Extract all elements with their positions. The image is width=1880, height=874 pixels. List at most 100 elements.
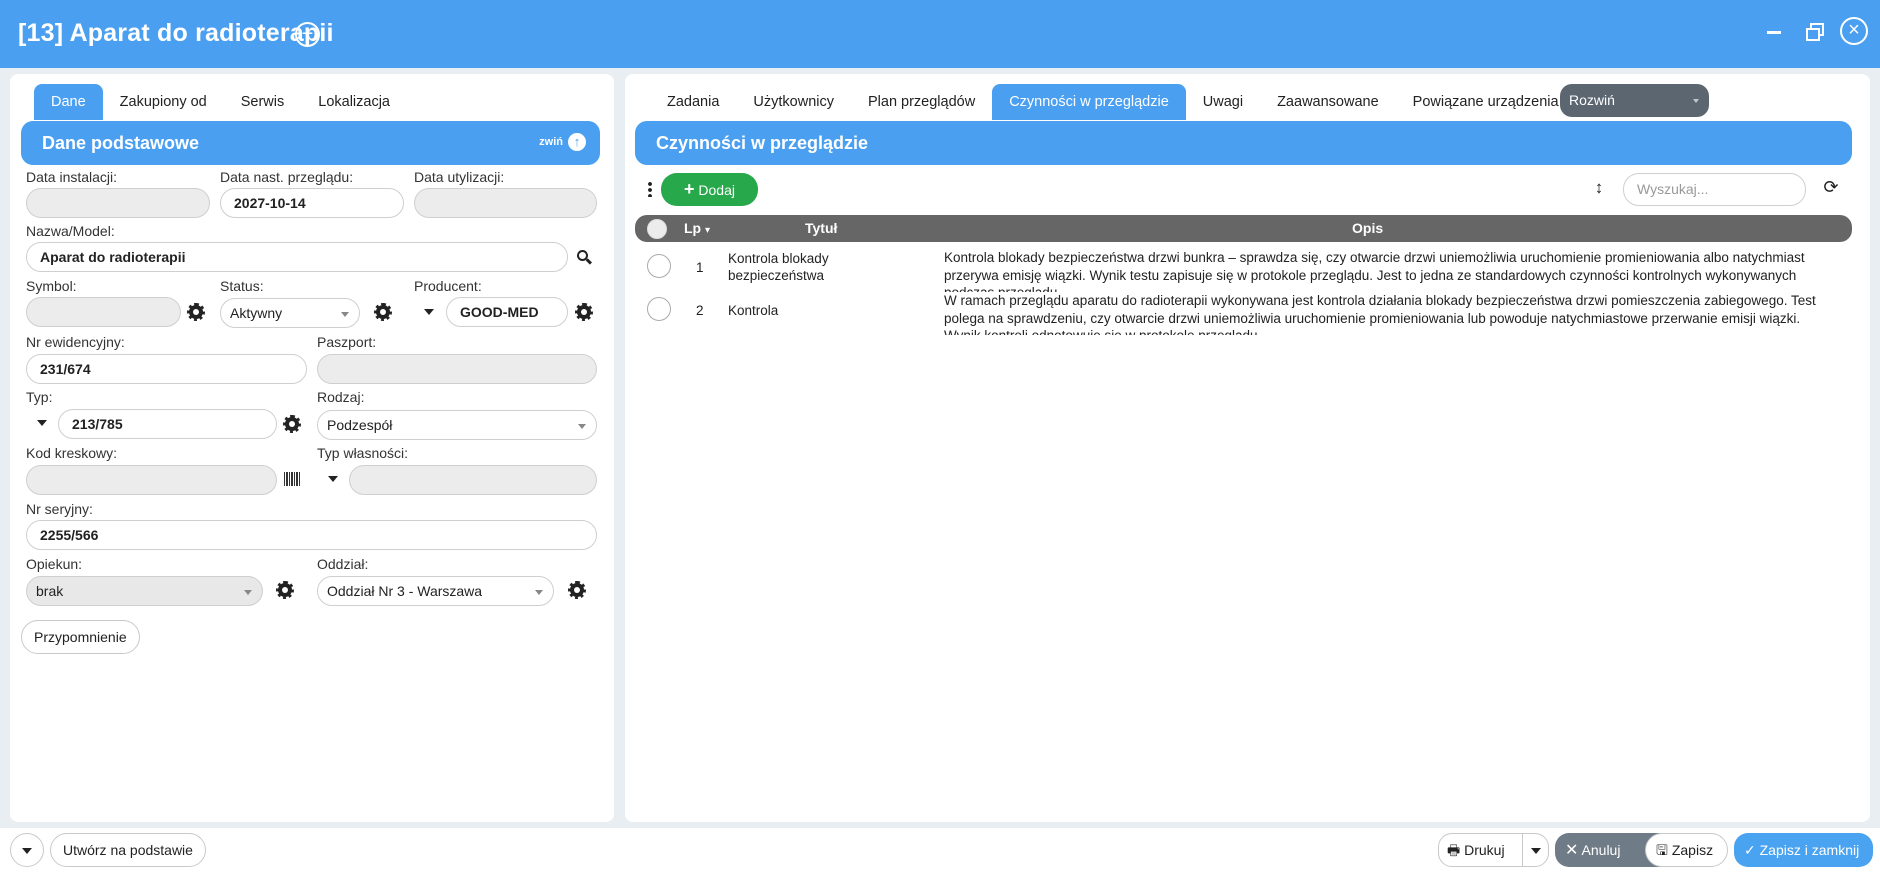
label-paszport: Paszport:	[317, 334, 377, 350]
label-data-instalacji: Data instalacji:	[26, 169, 118, 185]
tab-czynnosci-w-przegladzie[interactable]: Czynności w przeglądzie	[992, 84, 1186, 120]
label-data-nast-przegladu: Data nast. przeglądu:	[220, 169, 354, 185]
label-opiekun: Opiekun:	[26, 556, 83, 572]
tab-powiazane-urzadzenia[interactable]: Powiązane urządzenia	[1396, 84, 1576, 120]
chevron-down-icon[interactable]	[328, 476, 338, 482]
label-typ-wlasnosci: Typ własności:	[317, 445, 409, 461]
gear-icon[interactable]	[575, 303, 593, 321]
tab-zakupiony-od[interactable]: Zakupiony od	[103, 84, 224, 120]
typ-wlasnosci-input[interactable]	[349, 465, 597, 495]
data-instalacji-input[interactable]	[26, 188, 210, 218]
print-options-button[interactable]	[1522, 833, 1549, 867]
data-utylizacji-input[interactable]	[414, 188, 597, 218]
print-button[interactable]: 🖶 Drukuj	[1438, 833, 1523, 867]
restore-icon[interactable]	[1800, 17, 1830, 47]
row-lp: 2	[696, 303, 704, 318]
tab-lokalizacja[interactable]: Lokalizacja	[301, 84, 407, 120]
paszport-input[interactable]	[317, 354, 597, 384]
tab-plan-przegladow[interactable]: Plan przeglądów	[851, 84, 992, 120]
save-label: Zapisz	[1671, 842, 1714, 858]
create-based-button[interactable]: Utwórz na podstawie	[50, 833, 206, 867]
left-tabs: Dane Zakupiony od Serwis Lokalizacja	[34, 84, 407, 120]
label-nr-ewidencyjny: Nr ewidencyjny:	[26, 334, 125, 350]
label-symbol: Symbol:	[26, 278, 77, 294]
label-oddzial: Oddział:	[317, 556, 369, 572]
gear-icon[interactable]	[283, 415, 301, 433]
section-header-dane-podstawowe: Dane podstawowe zwiń ↑	[21, 121, 600, 165]
gear-icon[interactable]	[276, 581, 294, 599]
gear-icon[interactable]	[568, 581, 586, 599]
tab-uzytkownicy[interactable]: Użytkownicy	[736, 84, 851, 120]
nr-ewidencyjny-input[interactable]: 231/674	[26, 354, 307, 384]
window-title: [13] Aparat do radioterapii	[18, 19, 334, 47]
label-kod-kreskowy: Kod kreskowy:	[26, 445, 118, 461]
plus-icon: +	[684, 179, 695, 199]
search-icon[interactable]	[577, 250, 588, 261]
close-icon: ✕	[1565, 842, 1579, 859]
save-button[interactable]: 🖫 Zapisz	[1645, 833, 1728, 867]
gear-icon[interactable]	[187, 303, 205, 321]
check-icon: ✓	[1744, 842, 1756, 858]
collapse-label: zwiń	[539, 136, 563, 148]
more-actions-button[interactable]	[10, 833, 44, 867]
data-nast-przegladu-input[interactable]: 2027-10-14	[220, 188, 404, 218]
label-nazwa-model: Nazwa/Model:	[26, 223, 115, 239]
tab-uwagi[interactable]: Uwagi	[1186, 84, 1260, 120]
row-lp: 1	[696, 260, 704, 275]
column-header-opis[interactable]: Opis	[1352, 220, 1383, 236]
row-height-icon[interactable]: ↕	[1592, 178, 1606, 198]
chevron-down-icon	[1531, 848, 1541, 854]
close-icon[interactable]: ×	[1840, 17, 1868, 45]
symbol-input[interactable]	[26, 297, 181, 327]
more-options-icon[interactable]	[648, 181, 652, 197]
column-header-lp[interactable]: Lp ▾	[684, 220, 710, 236]
reminder-button[interactable]: Przypomnienie	[21, 620, 140, 654]
row-description: W ramach przeglądu aparatu do radioterap…	[944, 293, 1816, 335]
collapse-button[interactable]: zwiń ↑	[539, 133, 586, 151]
select-all-radio[interactable]	[647, 219, 667, 239]
nazwa-model-input[interactable]: Aparat do radioterapii	[26, 242, 568, 272]
row-radio[interactable]	[647, 254, 671, 278]
section-title: Dane podstawowe	[42, 133, 200, 153]
save-close-button[interactable]: ✓ Zapisz i zamknij	[1734, 833, 1873, 867]
label-typ: Typ:	[26, 389, 53, 405]
chevron-down-icon[interactable]	[37, 420, 47, 426]
title-bar: [13] Aparat do radioterapii + ×	[0, 0, 1880, 68]
expand-select[interactable]: Rozwiń	[1560, 84, 1709, 117]
search-input[interactable]: Wyszukaj...	[1623, 173, 1806, 206]
refresh-icon[interactable]: ⟳	[1822, 178, 1840, 196]
barcode-icon[interactable]	[284, 472, 300, 486]
column-header-tytul[interactable]: Tytuł	[805, 220, 837, 236]
row-description: Kontrola blokady bezpieczeństwa drzwi bu…	[944, 250, 1805, 292]
typ-input[interactable]: 213/785	[58, 409, 277, 439]
row-radio[interactable]	[647, 297, 671, 321]
opiekun-select[interactable]: brak	[26, 576, 263, 606]
minimize-icon[interactable]	[1760, 17, 1790, 47]
plus-circle-icon[interactable]: +	[295, 22, 320, 47]
tab-zaawansowane[interactable]: Zaawansowane	[1260, 84, 1396, 120]
tab-serwis[interactable]: Serwis	[224, 84, 302, 120]
tab-dane[interactable]: Dane	[34, 84, 103, 120]
label-nr-seryjny: Nr seryjny:	[26, 501, 93, 517]
save-icon: 🖫	[1656, 842, 1668, 858]
arrow-up-icon: ↑	[568, 133, 586, 151]
row-title: Kontrola	[728, 303, 779, 318]
section-title: Czynności w przeglądzie	[656, 133, 869, 153]
label-producent: Producent:	[414, 278, 482, 294]
tab-zadania[interactable]: Zadania	[650, 84, 736, 120]
oddzial-select[interactable]: Oddział Nr 3 - Warszawa	[317, 576, 554, 606]
gear-icon[interactable]	[374, 303, 392, 321]
printer-icon: 🖶	[1447, 842, 1461, 858]
label-data-utylizacji: Data utylizacji:	[414, 169, 505, 185]
kod-kreskowy-input[interactable]	[26, 465, 277, 495]
rodzaj-select[interactable]: Podzespół	[317, 410, 597, 440]
add-button[interactable]: + Dodaj	[661, 173, 758, 206]
label-status: Status:	[220, 278, 264, 294]
chevron-down-icon: ▾	[705, 225, 711, 236]
row-title: Kontrola blokady bezpieczeństwa	[728, 251, 829, 283]
producent-input[interactable]: GOOD-MED	[446, 297, 568, 327]
nr-seryjny-input[interactable]: 2255/566	[26, 520, 597, 550]
chevron-down-icon[interactable]	[424, 309, 434, 315]
chevron-down-icon	[22, 848, 32, 854]
status-select[interactable]: Aktywny	[220, 298, 360, 328]
